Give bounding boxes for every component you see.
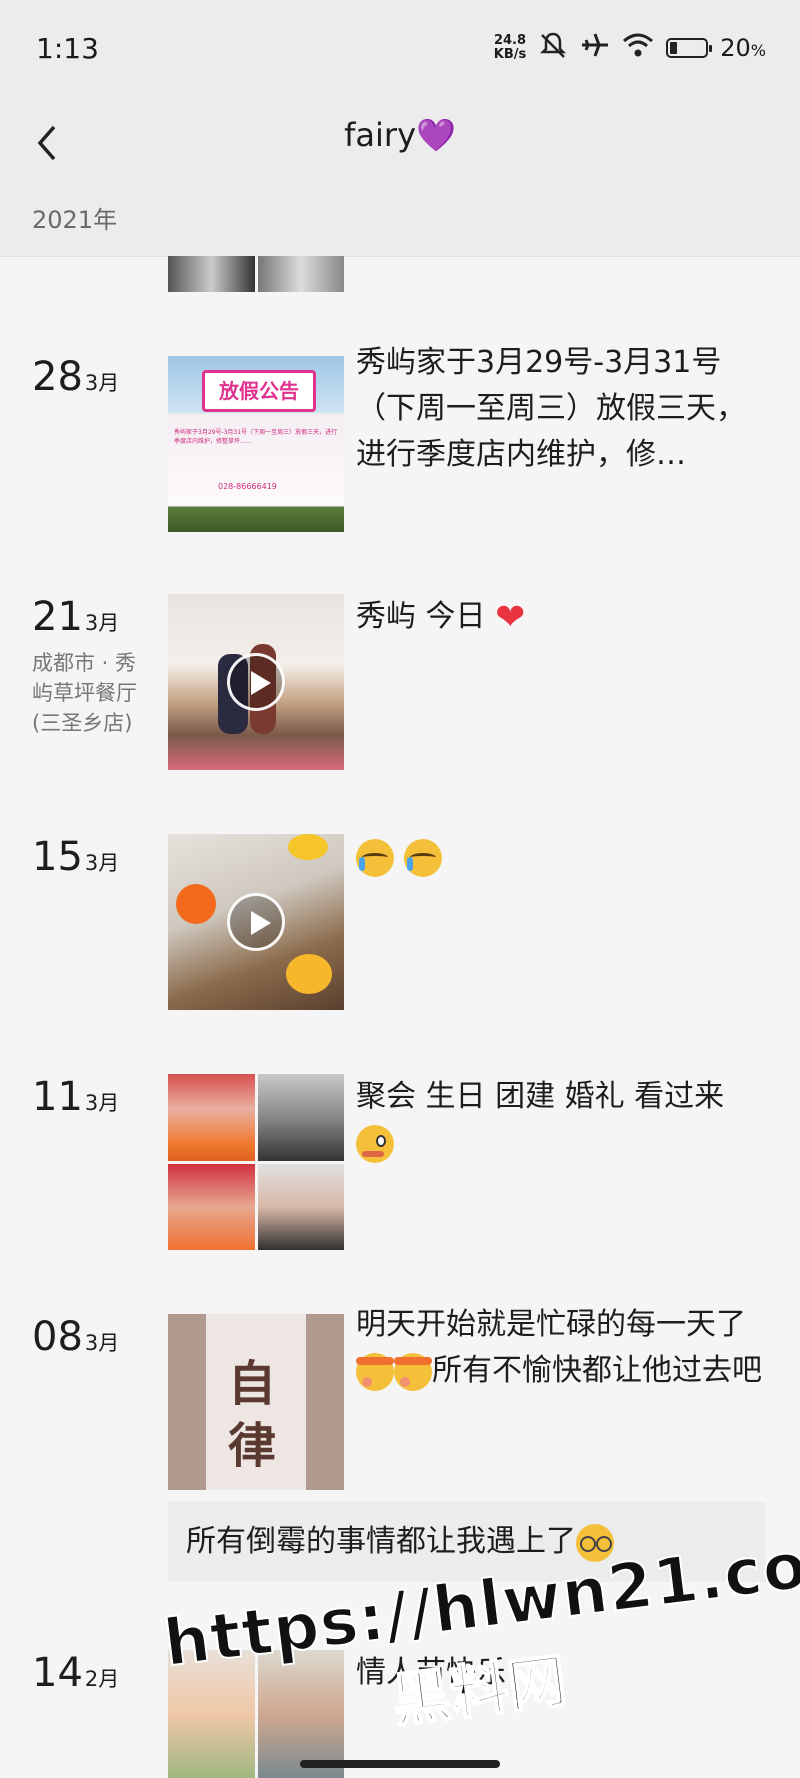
date-day: 08	[32, 1314, 83, 1360]
post-text-content: 聚会 生日 团建 婚礼 看过来	[356, 1079, 725, 1114]
home-indicator[interactable]	[300, 1760, 500, 1768]
post-video[interactable]	[168, 594, 344, 770]
quote-text: 所有倒霉的事情都让我遇上了	[186, 1524, 576, 1559]
poster-big-char-1: 自	[228, 1356, 277, 1412]
crying-emoji-icon	[403, 838, 442, 877]
partial-post-thumb[interactable]	[168, 256, 344, 292]
post-location: 成都市 · 秀屿草坪餐厅(三圣乡店)	[32, 651, 137, 735]
image-grid	[168, 1074, 344, 1250]
poster-big-char-2: 律	[228, 1418, 277, 1474]
post-image[interactable]: 放假公告 秀屿家于3月29号-3月31号（下周一至周三）放假三天，进行季度店内维…	[168, 356, 344, 532]
wink-emoji-icon	[356, 1124, 394, 1163]
post-text-content: 秀屿 今日	[356, 599, 486, 634]
post-image-grid[interactable]	[168, 1074, 344, 1250]
battery-icon	[666, 38, 713, 58]
date-day: 15	[32, 834, 83, 880]
date-day: 28	[32, 354, 83, 400]
battery-unit: %	[750, 41, 766, 60]
grid-photo-2[interactable]	[257, 1074, 344, 1161]
year-label: 2021年	[32, 206, 118, 234]
post-date: 113月	[32, 1074, 119, 1120]
notice-title: 放假公告	[202, 370, 316, 412]
date-month: 2月	[84, 1667, 120, 1691]
date-day: 14	[32, 1650, 83, 1696]
date-month: 3月	[84, 1091, 120, 1115]
post-date: 213月	[32, 594, 119, 640]
post-text	[356, 834, 766, 880]
date-month: 3月	[84, 1331, 120, 1355]
post-text: 明天开始就是忙碌的每一天了所有不愉快都让他过去吧	[356, 1302, 766, 1394]
post-text: 秀屿家于3月29号-3月31号（下周一至周三）放假三天，进行季度店内维护，修…	[356, 345, 746, 472]
post-text: 聚会 生日 团建 婚礼 看过来	[356, 1074, 766, 1166]
date-month: 3月	[84, 611, 120, 635]
status-bar: 1:13 24.8 KB/s 20%	[0, 0, 800, 96]
date-month: 3月	[84, 851, 120, 875]
red-heart-icon: ❤	[495, 596, 526, 638]
net-speed-value: 24.8	[493, 33, 527, 48]
play-icon[interactable]	[227, 653, 285, 711]
date-month: 3月	[84, 371, 120, 395]
tired-emoji-icon	[356, 1352, 394, 1391]
video-flower-3	[288, 834, 328, 860]
status-icons: 24.8 KB/s 20%	[494, 31, 766, 66]
date-day: 21	[32, 594, 83, 640]
grid-photo-4[interactable]	[257, 1163, 344, 1250]
notice-phone: 028-86666419	[218, 482, 277, 491]
page-title: fairy💜	[0, 116, 800, 154]
notice-body: 秀屿家于3月29号-3月31号（下周一至周三）放假三天，进行季度店内维护，修整草…	[174, 429, 338, 445]
video-flower-2	[286, 954, 332, 994]
mute-icon	[538, 31, 568, 66]
post-text-part-a: 明天开始就是忙碌的每一天了	[356, 1307, 746, 1342]
wifi-icon	[622, 32, 654, 65]
grid-photo-3[interactable]	[168, 1163, 255, 1250]
post-date: 142月	[32, 1650, 119, 1696]
video-flower-1	[176, 884, 216, 924]
nav-bar: fairy💜	[0, 96, 800, 192]
purple-heart-icon: 💜	[416, 116, 456, 154]
partial-photo-2	[257, 256, 344, 292]
crying-emoji-icon	[356, 838, 394, 877]
title-text: fairy	[344, 116, 416, 154]
partial-photo-1	[168, 256, 255, 292]
net-speed: 24.8 KB/s	[494, 34, 526, 62]
post-date: 283月	[32, 354, 119, 400]
post-text: 秀屿 今日 ❤	[356, 594, 766, 641]
post-date: 153月	[32, 834, 119, 880]
post-text-part-b: 所有不愉快都让他过去吧	[432, 1353, 762, 1388]
post-date: 083月	[32, 1314, 119, 1360]
net-speed-unit: KB/s	[493, 47, 527, 62]
post-image[interactable]: 自 律	[168, 1314, 344, 1490]
top-bar: 1:13 24.8 KB/s 20% fairy💜 2021年	[0, 0, 800, 257]
battery-percent: 20%	[720, 34, 766, 62]
post-video[interactable]	[168, 834, 344, 1010]
tired-emoji-icon	[394, 1352, 432, 1391]
airplane-icon	[580, 31, 610, 66]
date-day: 11	[32, 1074, 83, 1120]
status-time: 1:13	[36, 31, 99, 65]
play-icon[interactable]	[227, 893, 285, 951]
battery-value: 20	[720, 34, 751, 62]
grid-photo-1[interactable]	[168, 1074, 255, 1161]
